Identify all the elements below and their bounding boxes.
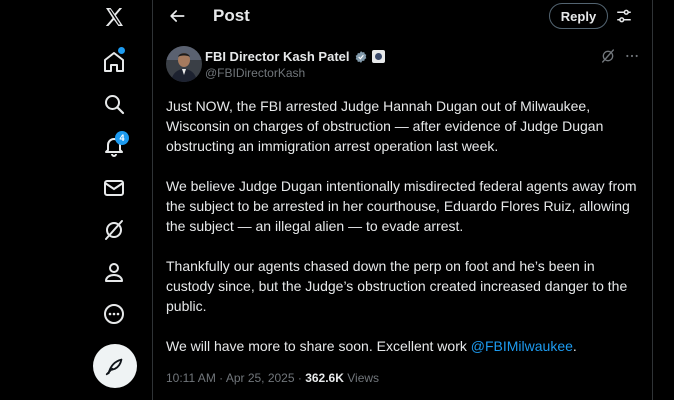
post-body: Just NOW, the FBI arrested Judge Hannah …	[166, 96, 646, 376]
post-meta: 10:11 AM · Apr 25, 2025 · 362.6K Views	[166, 371, 379, 385]
post-timestamp[interactable]: 10:11 AM · Apr 25, 2025 ·	[166, 371, 305, 385]
views-count: 362.6K	[305, 371, 344, 385]
compose-post-icon	[105, 358, 123, 376]
post-text-end: .	[572, 338, 577, 354]
more-horizontal-icon	[626, 54, 638, 58]
grok-icon[interactable]	[100, 216, 128, 244]
x-logo-icon[interactable]	[100, 3, 128, 31]
post-paragraph: Just NOW, the FBI arrested Judge Hannah …	[166, 98, 604, 154]
mention-link[interactable]: @FBIMilwaukee	[471, 338, 573, 354]
profile-icon[interactable]	[100, 258, 128, 286]
post-text: We will have more to share soon. Excelle…	[166, 338, 471, 354]
government-affiliation-icon	[371, 50, 385, 63]
grok-icon	[602, 49, 614, 63]
notifications-badge: 4	[115, 131, 129, 145]
post-paragraph: We believe Judge Dugan intentionally mis…	[166, 178, 637, 234]
post-paragraph-last: We will have more to share soon. Excelle…	[166, 336, 646, 356]
avatar[interactable]	[166, 46, 202, 82]
grok-explain-button[interactable]	[599, 47, 617, 65]
post-detail-column: Post Reply FBI Director Kash Patel @FBID…	[152, 0, 653, 400]
arrow-left-icon	[170, 10, 185, 22]
reply-button[interactable]: Reply	[549, 3, 608, 29]
more-icon[interactable]	[100, 300, 128, 328]
compose-post-button[interactable]	[93, 344, 137, 388]
messages-icon[interactable]	[100, 174, 128, 202]
explore-icon[interactable]	[100, 90, 128, 118]
views-label: Views	[343, 371, 380, 385]
post-more-button[interactable]	[623, 47, 641, 65]
back-button[interactable]	[165, 4, 189, 28]
sliders-icon	[617, 9, 631, 23]
reply-settings-button[interactable]	[613, 5, 635, 27]
post-paragraph: Thankfully our agents chased down the pe…	[166, 258, 628, 314]
author-handle[interactable]: @FBIDirectorKash	[205, 66, 305, 80]
home-unread-dot	[118, 47, 125, 54]
sidebar: 4	[0, 0, 152, 400]
post-header: Post Reply	[153, 0, 652, 34]
author-name-row: FBI Director Kash Patel	[205, 49, 385, 64]
page-title: Post	[213, 6, 250, 25]
verified-badge-icon	[355, 50, 366, 63]
author-name[interactable]: FBI Director Kash Patel	[205, 49, 350, 64]
